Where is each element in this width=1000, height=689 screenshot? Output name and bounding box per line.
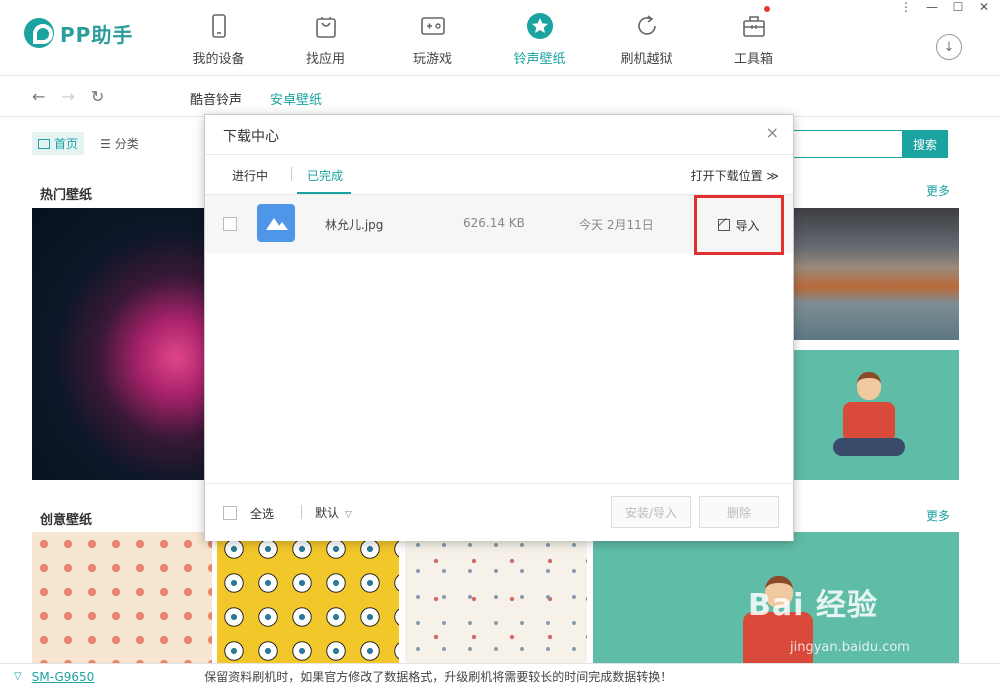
dialog-header: 下载中心 × <box>205 115 793 155</box>
tab-home-label: 首页 <box>54 137 79 151</box>
select-all-label[interactable]: 全选 <box>250 505 274 522</box>
nav-label: 工具箱 <box>733 52 773 67</box>
wallpaper-doodle[interactable] <box>405 532 587 663</box>
view-tabs: 首页 ☰ 分类 <box>32 132 145 155</box>
install-import-button[interactable]: 安装/导入 <box>611 496 691 528</box>
tab-in-progress[interactable]: 进行中 <box>232 167 268 184</box>
download-center-icon[interactable]: ↓ <box>936 34 962 60</box>
notification-dot <box>764 6 770 12</box>
refresh-page-icon[interactable]: ↻ <box>91 87 104 106</box>
main-nav: 我的设备 找应用 玩游戏 铃声壁纸 刷机越狱 工具箱 <box>165 0 807 76</box>
chevron-down-icon[interactable]: ▽ <box>14 671 22 682</box>
device-name-link[interactable]: SM-G9650 <box>32 670 95 684</box>
file-date: 今天 2月11日 <box>579 218 654 232</box>
gamepad-icon <box>419 12 447 40</box>
wallpaper-flowers[interactable] <box>32 532 212 663</box>
sort-value: 默认 <box>315 506 340 520</box>
section-title-hot: 热门壁纸 <box>40 188 93 203</box>
baidu-watermark: Bai 经验 <box>748 588 878 623</box>
download-row[interactable]: 林允儿.jpg 626.14 KB 今天 2月11日 导入 <box>205 195 793 255</box>
delete-button[interactable]: 删除 <box>699 496 779 528</box>
nav-ringtone-wallpaper[interactable]: 铃声壁纸 <box>486 0 593 76</box>
window-controls: ⋮ — ☐ ✕ <box>900 0 990 14</box>
app-name: PP助手 <box>60 22 134 47</box>
nav-label: 玩游戏 <box>412 52 452 67</box>
wallpaper-eyes[interactable] <box>217 532 399 663</box>
close-window-icon[interactable]: ✕ <box>978 0 990 14</box>
open-download-location-link[interactable]: 打开下载位置 ≫ <box>691 167 779 184</box>
forward-icon[interactable]: → <box>61 87 74 106</box>
active-tab-indicator <box>297 192 351 194</box>
wallpaper-coast[interactable] <box>793 208 959 340</box>
image-file-icon <box>257 204 338 242</box>
pp-logo-icon <box>24 18 54 48</box>
tab-completed[interactable]: 已完成 <box>307 167 343 184</box>
menu-icon[interactable]: ⋮ <box>900 0 912 14</box>
illustration-body <box>843 402 895 442</box>
footer-separator <box>301 505 302 519</box>
nav-find-apps[interactable]: 找应用 <box>272 0 379 76</box>
row-checkbox[interactable] <box>223 217 237 231</box>
status-bar: ▽ SM-G9650 保留资料刷机时，如果官方修改了数据格式，升级刷机将需要较长… <box>0 663 1000 689</box>
history-controls: ← → ↻ <box>32 87 104 106</box>
nav-label: 我的设备 <box>192 52 245 67</box>
list-icon: ☰ <box>100 136 111 151</box>
import-icon <box>718 219 731 231</box>
toolbox-icon <box>740 12 768 40</box>
file-size: 626.14 KB <box>463 216 525 230</box>
subtab-ringtones[interactable]: 酷音铃声 <box>190 89 242 108</box>
star-icon <box>526 12 554 40</box>
nav-games[interactable]: 玩游戏 <box>379 0 486 76</box>
dialog-title: 下载中心 <box>223 129 279 145</box>
subtab-android-wallpapers[interactable]: 安卓壁纸 <box>270 89 322 108</box>
wallpaper-jellyfish[interactable] <box>32 208 212 480</box>
close-icon[interactable]: × <box>766 125 779 141</box>
import-highlight-box: 导入 <box>694 195 784 255</box>
more-link-hot[interactable]: 更多 <box>926 182 950 199</box>
wallpaper-guitar-man[interactable] <box>793 350 959 480</box>
status-message: 保留资料刷机时，如果官方修改了数据格式，升级刷机将需要较长的时间完成数据转换！ <box>204 670 673 684</box>
download-center-dialog: 下载中心 × 进行中 已完成 打开下载位置 ≫ 林允儿.jpg 626.14 K… <box>204 114 794 541</box>
illustration-head <box>857 372 881 400</box>
phone-icon <box>205 12 233 40</box>
top-nav: PP助手 我的设备 找应用 玩游戏 铃声壁纸 刷机越狱 工具箱 ⋮ — ☐ ✕ … <box>0 0 1000 76</box>
sub-tabs: 酷音铃声 安卓壁纸 <box>190 89 322 108</box>
bag-icon <box>312 12 340 40</box>
search-button[interactable]: 搜索 <box>902 130 948 158</box>
select-all-checkbox[interactable] <box>223 506 237 520</box>
sort-select[interactable]: 默认 ▽ <box>315 504 352 521</box>
more-link-creative[interactable]: 更多 <box>926 507 950 524</box>
image-icon <box>38 138 50 149</box>
nav-label: 刷机越狱 <box>620 52 673 67</box>
nav-my-device[interactable]: 我的设备 <box>165 0 272 76</box>
nav-label: 铃声壁纸 <box>513 52 566 67</box>
file-name: 林允儿.jpg <box>325 218 384 232</box>
maximize-icon[interactable]: ☐ <box>952 0 964 14</box>
app-logo[interactable]: PP助手 <box>24 18 133 48</box>
baidu-watermark-url: jingyan.baidu.com <box>790 640 910 655</box>
tab-category[interactable]: ☰ 分类 <box>94 132 145 155</box>
minimize-icon[interactable]: — <box>926 0 938 14</box>
section-title-creative: 创意壁纸 <box>40 513 93 528</box>
dialog-footer: 全选 默认 ▽ 安装/导入 删除 <box>205 483 793 541</box>
illustration-legs <box>833 438 905 456</box>
tab-home[interactable]: 首页 <box>32 132 85 155</box>
search-input[interactable] <box>790 130 902 158</box>
chevron-down-icon: ▽ <box>345 510 352 520</box>
nav-toolbox[interactable]: 工具箱 <box>700 0 807 76</box>
tab-separator <box>291 167 292 181</box>
import-label: 导入 <box>735 218 760 233</box>
nav-flash-jailbreak[interactable]: 刷机越狱 <box>593 0 700 76</box>
back-icon[interactable]: ← <box>32 87 45 106</box>
refresh-icon <box>633 12 661 40</box>
sub-nav: ← → ↻ 酷音铃声 安卓壁纸 <box>0 77 1000 117</box>
tab-category-label: 分类 <box>114 137 139 151</box>
import-button[interactable]: 导入 <box>718 217 760 234</box>
dialog-tabs: 进行中 已完成 打开下载位置 ≫ <box>205 155 793 195</box>
nav-label: 找应用 <box>305 52 345 67</box>
